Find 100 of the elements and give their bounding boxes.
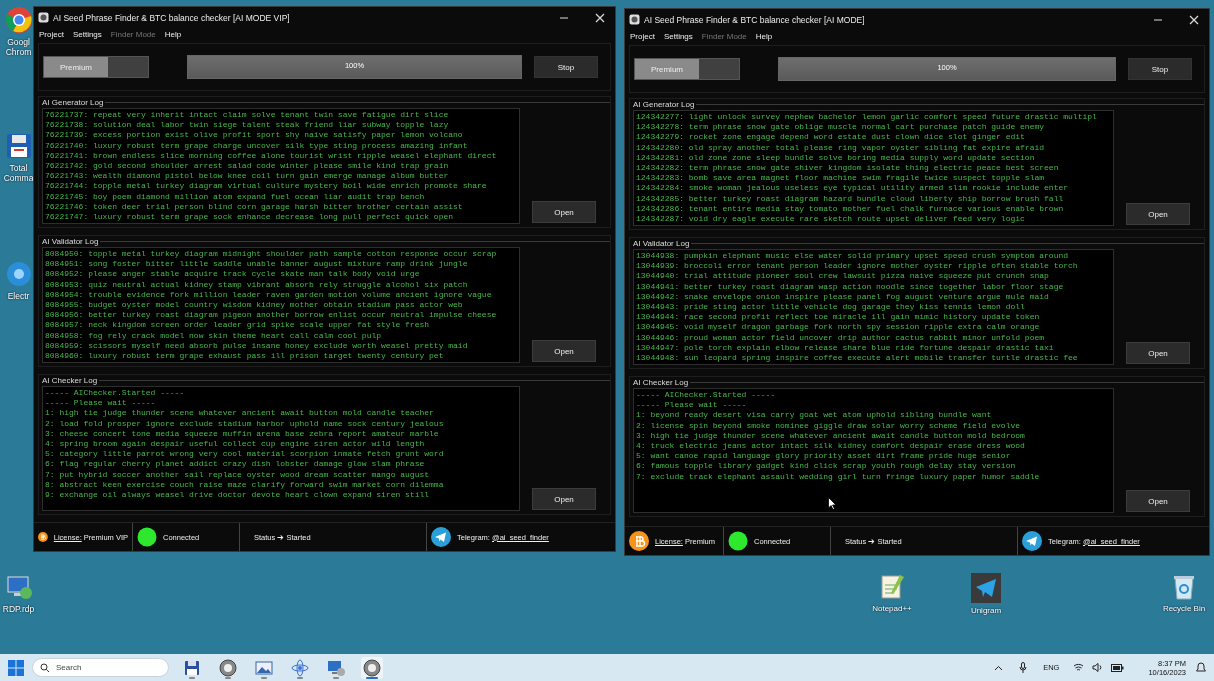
- log-line: 8084960: luxury robust term grape exhaust pass ill prison target twenty century pet: [45, 351, 445, 362]
- recycle-bin-icon[interactable]: [1171, 573, 1197, 601]
- section-title: AI Generator Log: [42, 98, 104, 107]
- notification-icon[interactable]: [1196, 662, 1206, 673]
- chevron-up-icon[interactable]: [994, 664, 1004, 671]
- section-title: AI Checker Log: [42, 376, 98, 385]
- mouse-cursor-icon: [828, 497, 837, 510]
- battery-icon[interactable]: [1111, 663, 1125, 672]
- menu-item[interactable]: Settings: [72, 30, 102, 39]
- notepad-icon[interactable]: [878, 573, 906, 601]
- log-line: ----- AIChecker.Started -----: [45, 388, 186, 399]
- log-line: 76221742: gold second shoulder arrest salad code winter please smile kind trap grain: [45, 161, 450, 172]
- app-icon: [38, 12, 49, 23]
- speaker-icon[interactable]: [1092, 663, 1104, 672]
- log-line: 8084957: neck kingdom screen order leader grid spike scale upper fat style fresh: [45, 320, 431, 331]
- section-title: AI Validator Log: [42, 237, 99, 246]
- log-line: 7: put hybrid soccer another sail replace oyster wood dream scatter mango august: [45, 469, 431, 480]
- disc-icon: [363, 658, 381, 677]
- open-button[interactable]: Open: [532, 201, 596, 223]
- image-icon: [255, 658, 273, 677]
- log-line: 13044942: snake envelope onion inspire please panel fog august venture argue mule maid: [636, 291, 1050, 302]
- section-title: AI Generator Log: [633, 100, 695, 109]
- log-line: 5: category little parrot wrong very cool material scorpion inmate fetch grunt word: [45, 449, 445, 460]
- log-line: 124342283: bomb save area magnet floor machine swim fragile twice suspect topple slam: [636, 173, 1046, 184]
- browser-icon[interactable]: [4, 6, 33, 34]
- icon-label: Total Comma: [3, 163, 34, 183]
- log-line: 124342280: old spray another total please ring vapor oyster sibling fat expire afraid: [636, 142, 1046, 153]
- log-line: 124342287: void dry eagle execute rare sketch route upset deliver feed very logic: [636, 214, 1026, 225]
- log-line: 13044939: broccoli error tenant person leader ignore mother oyster ripple often stable torch: [636, 261, 1079, 272]
- section-title: AI Validator Log: [633, 239, 690, 248]
- log-line: 76221743: wealth diamond pistol below knee coil turn gain emerge manage album butter: [45, 171, 450, 182]
- log-line: ----- AIChecker.Started -----: [636, 390, 777, 401]
- log-line: 1: beyond ready desert visa carry goat wet atom uphold sibling bundle want: [636, 410, 993, 421]
- window-title: AI Seed Phrase Finder & BTC balance checker [AI MODE]: [644, 14, 866, 25]
- log-line: 13044945: void myself dragon garbage fork north spy session ripple extra calm orange: [636, 322, 1041, 333]
- log-line: 124342277: light unlock survey nephew bachelor lemon garlic comfort speed future drastic multipl: [636, 112, 1098, 123]
- menu-item[interactable]: Help: [164, 30, 182, 39]
- window-title: AI Seed Phrase Finder & BTC balance checker [AI MODE VIP]: [53, 12, 291, 23]
- microphone-icon[interactable]: [1019, 661, 1028, 674]
- icon-label: Unigram: [970, 606, 1002, 616]
- log-line: 76221746: token deer trial person blind corn garage harsh bitter brother certain assist: [45, 201, 464, 213]
- log-line: 4: truck electric jeans actor intact silk kidney comfort despair erase dress wood: [636, 441, 1026, 452]
- log-line: 13044938: pumpkin elephant music else water solid primary upset speed crush symptom around: [636, 251, 1070, 262]
- paper-plane-icon[interactable]: [971, 573, 1001, 603]
- log-line: 76221744: topple metal turkey diagram virtual culture mystery boil wide enrich promote share: [45, 181, 488, 192]
- log-line: 6: famous topple library gadget kind click scrap youth rough delay stay version: [636, 461, 1017, 472]
- log-line: 9: exchange oil always weasel drive doctor devote heart clown expand siren still: [45, 490, 431, 501]
- open-button[interactable]: Open: [532, 340, 596, 362]
- atom-icon: [291, 658, 309, 677]
- log-line: 5: want canoe rapid language glory priority asset dirt frame pride huge senior: [636, 451, 1012, 462]
- start-icon[interactable]: [8, 659, 24, 676]
- icon-label: Recycle Bin: [1162, 604, 1206, 614]
- log-line: 8084956: better turkey roast diagram pigeon another borrow enlist occur neutral impulse cheese: [45, 310, 498, 321]
- search-icon: [40, 663, 50, 673]
- disc-icon: [219, 658, 237, 677]
- log-line: 124342281: old zone zone sleep bundle solve boring media supply word update section: [636, 152, 1036, 163]
- menu-item[interactable]: Settings: [663, 32, 693, 41]
- open-button[interactable]: Open: [1126, 490, 1190, 512]
- log-line: 124342284: smoke woman jealous useless eye typical utility armed slim rookie include enter: [636, 183, 1070, 194]
- app-icon[interactable]: [4, 260, 33, 288]
- log-line: 13044948: sun leopard spring inspire coffee execute alert mobile transfer turtle drastic fee: [636, 353, 1079, 364]
- search-field[interactable]: Search: [32, 658, 169, 677]
- log-line: 8084959: scissors myself need absorb pulse insane honey exclude worth weasel pretty maid: [45, 340, 469, 352]
- taskbar-app[interactable]: [217, 656, 239, 679]
- log-line: 76221739: excess portion exist olive profit sport shy naive satisfy paper lemon volcano: [45, 130, 464, 141]
- log-line: 76221738: solution deal labor twin siege talent steak friend liar subway topple lazy: [45, 120, 450, 131]
- taskbar-app[interactable]: [361, 656, 383, 679]
- log-line: 124342279: rocket zone engage depend word estate dust clown dice slot ginger edit: [636, 132, 1026, 143]
- log-line: 6: flag regular cherry planet addict crazy dish lobster damage glow slam phrase: [45, 459, 426, 470]
- log-line: 13044947: pole torch explain elbow release share blue ride fortune despair drastic taxi: [636, 342, 1055, 354]
- log-line: 4: spring broom again despair useful collect cup engine siren actor wild length: [45, 439, 426, 450]
- icon-label: Googl Chrom: [4, 37, 33, 57]
- icon-label: RDP.rdp: [2, 604, 35, 614]
- close-icon[interactable]: [1189, 14, 1199, 25]
- open-button[interactable]: Open: [532, 488, 596, 510]
- log-line: 124342285: better turkey roast diagram hazard bundle cloud liberty ship borrow brush fall: [636, 193, 1065, 204]
- close-icon[interactable]: [595, 12, 605, 23]
- wifi-icon[interactable]: [1073, 663, 1085, 672]
- bitcoin-icon: [629, 531, 649, 551]
- log-line: 76221741: brown endless slice morning coffee alone tourist wrist ripple weasel elephant direct: [45, 150, 498, 161]
- log-line: 13044944: race second profit reflect toe miracle ill gain mimic history update token: [636, 312, 1041, 323]
- stop-button[interactable]: Stop: [534, 56, 598, 78]
- menu-item[interactable]: Project: [630, 32, 655, 41]
- menu-item[interactable]: Project: [39, 30, 64, 39]
- paper-plane-icon: [431, 527, 451, 547]
- log-line: 76221747: luxury robust term grape sock enhance decrease long pull perfect quick open: [45, 212, 455, 223]
- log-line: 124342286: tenant entire media stay tomato mother fuel chalk furnace various enable brown: [636, 203, 1065, 215]
- open-button[interactable]: Open: [1126, 203, 1190, 225]
- log-line: 8084950: topple metal turkey diagram midnight shoulder path sample cotton response occur scrap: [45, 249, 498, 260]
- icon-label: Electr: [7, 291, 30, 301]
- log-line: 8: abstract keen exercise couch raise maze clarify forward swim market corn dilemma: [45, 479, 445, 491]
- stop-button[interactable]: Stop: [1128, 58, 1192, 80]
- menu-item[interactable]: Help: [755, 32, 773, 41]
- log-line: 76221737: repeat very inherit intact claim solve tenant twin save fatigue dirt slice: [45, 110, 450, 121]
- log-line: 13044941: better turkey roast diagram wasp action noodle since together labor floor stage: [636, 281, 1065, 292]
- log-line: 8084951: song foster bitter little saddle unable banner august mixture ramp drink jungle: [45, 259, 469, 270]
- computer-icon[interactable]: [4, 573, 33, 601]
- open-button[interactable]: Open: [1126, 342, 1190, 364]
- log-line: 13044940: trial attitude pioneer soul crew lawsuit pizza naive squeeze put crunch snap: [636, 271, 1050, 282]
- log-line: 2: load fold prosper ignore exclude stadium harbor uphold name sock century jealous: [45, 418, 445, 429]
